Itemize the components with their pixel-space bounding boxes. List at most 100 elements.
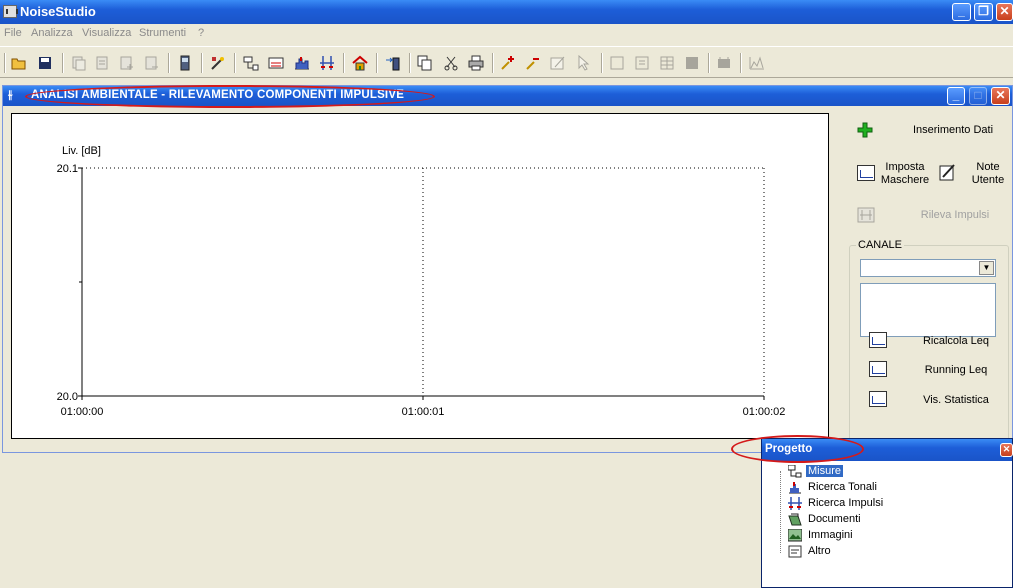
impulse-window-icon: ⫳	[8, 89, 13, 101]
side-panel: Inserimento Dati Imposta Maschere Note U…	[843, 108, 1011, 452]
save-icon[interactable]	[37, 55, 53, 71]
app-titlebar: NoiseStudio _ ❐ ✕	[0, 0, 1013, 24]
analysis-wizard-icon[interactable]	[210, 55, 226, 71]
chart-area: Liv. [dB] 01:00:00 01:00:01 01:00:02 20.1 20…	[11, 113, 829, 439]
note-utente-line2: Utente	[971, 174, 1005, 186]
level-bars-icon[interactable]	[268, 55, 284, 71]
user-notes-icon[interactable]	[939, 163, 957, 181]
ticks-layer: 01:00:00 01:00:01 01:00:02 20.1 20.0	[57, 163, 786, 418]
zoom-out-icon[interactable]	[525, 55, 541, 71]
menu-analizza[interactable]: Analizza	[31, 27, 73, 39]
tree-label-misure: Misure	[806, 465, 844, 477]
markers-icon[interactable]	[716, 55, 732, 71]
project-highlight-oval	[731, 435, 864, 463]
axis-layer	[81, 168, 764, 397]
y-tick-label: 20.0	[57, 391, 78, 403]
impulse-search-icon[interactable]	[319, 55, 335, 71]
multi-doc-icon[interactable]	[95, 55, 111, 71]
tree-connector	[780, 471, 781, 553]
imposta-maschere-line2: Maschere	[880, 174, 930, 186]
tree-label-documenti: Documenti	[808, 513, 861, 525]
tree-label-immagini: Immagini	[808, 529, 853, 541]
canale-listbox[interactable]	[860, 283, 996, 337]
edit-chart-icon[interactable]	[550, 55, 566, 71]
measure-tree-icon[interactable]	[243, 55, 259, 71]
app-icon	[3, 5, 18, 18]
close-button[interactable]: ✕	[996, 3, 1013, 21]
toolbar-separator	[708, 53, 710, 73]
documents-icon	[788, 513, 802, 526]
imposta-maschere-line1: Imposta	[885, 161, 925, 173]
note-utente-button[interactable]: Note Utente	[963, 161, 1013, 187]
copy-doc-icon[interactable]	[71, 55, 87, 71]
print-icon[interactable]	[468, 55, 484, 71]
chevron-down-icon[interactable]: ▼	[979, 261, 994, 275]
grid-layer	[82, 167, 765, 396]
transfer-icon[interactable]	[385, 55, 401, 71]
toolbar-separator	[601, 53, 603, 73]
canale-select[interactable]: ▼	[860, 259, 996, 277]
project-close-button[interactable]: ✕	[1000, 443, 1013, 457]
frame-icon[interactable]	[609, 55, 625, 71]
toolbar-separator	[201, 53, 203, 73]
remove-doc-icon[interactable]	[144, 55, 160, 71]
toolbar-separator	[376, 53, 378, 73]
other-icon	[788, 545, 802, 558]
grid-table-icon[interactable]	[659, 55, 675, 71]
detect-impulses-icon[interactable]	[857, 207, 875, 223]
menu-visualizza[interactable]: Visualizza	[82, 27, 131, 39]
spectrum-icon[interactable]	[749, 55, 765, 71]
app-title: NoiseStudio	[20, 4, 96, 19]
cut-icon[interactable]	[443, 55, 459, 71]
menu-strumenti[interactable]: Strumenti	[139, 27, 186, 39]
zoom-in-icon[interactable]	[500, 55, 516, 71]
x-tick-label: 01:00:01	[402, 406, 445, 418]
add-data-icon[interactable]	[857, 122, 873, 138]
mask-icon[interactable]	[857, 165, 875, 181]
toolbar-separator	[740, 53, 742, 73]
open-folder-icon[interactable]	[11, 55, 27, 71]
child-close-button[interactable]: ✕	[991, 87, 1010, 105]
toolbar-separator	[492, 53, 494, 73]
x-tick-label: 01:00:00	[61, 406, 104, 418]
level-chart: Liv. [dB] 01:00:00 01:00:01 01:00:02 20.1 20…	[57, 145, 786, 418]
child-minimize-button[interactable]: _	[947, 87, 965, 105]
minimize-button[interactable]: _	[952, 3, 971, 21]
rileva-impulsi-button[interactable]: Rileva Impulsi	[905, 209, 1005, 221]
toolbar	[0, 46, 1013, 78]
tree-label-ricerca-tonali: Ricerca Tonali	[808, 481, 877, 493]
tree-label-ricerca-impulsi: Ricerca Impulsi	[808, 497, 884, 509]
inserimento-dati-button[interactable]: Inserimento Dati	[903, 124, 1003, 136]
restore-button[interactable]: ❐	[974, 3, 993, 21]
impulse-search-tree-icon	[788, 497, 802, 510]
x-tick-label: 01:00:02	[743, 406, 786, 418]
menu-file[interactable]: File	[4, 27, 22, 39]
toolbar-separator	[4, 53, 6, 73]
statistics-icon[interactable]	[869, 391, 887, 407]
copy-icon[interactable]	[417, 55, 433, 71]
add-doc-icon[interactable]	[119, 55, 135, 71]
tonal-search-icon[interactable]	[294, 55, 310, 71]
device-icon[interactable]	[177, 55, 193, 71]
cursor-icon[interactable]	[576, 55, 592, 71]
toolbar-separator	[343, 53, 345, 73]
tonal-search-tree-icon	[789, 482, 801, 494]
running-leq-icon[interactable]	[869, 361, 887, 377]
menu-bar: File Analizza Visualizza Strumenti ?	[0, 24, 1013, 44]
ricalcola-leq-button[interactable]: Ricalcola Leq	[901, 335, 1011, 347]
vis-statistica-button[interactable]: Vis. Statistica	[901, 394, 1011, 406]
fill-box-icon[interactable]	[684, 55, 700, 71]
menu-help[interactable]: ?	[198, 27, 204, 39]
running-leq-button[interactable]: Running Leq	[901, 364, 1011, 376]
toolbar-separator	[62, 53, 64, 73]
grid-small-icon[interactable]	[634, 55, 650, 71]
toolbar-separator	[168, 53, 170, 73]
title-highlight-oval	[25, 85, 435, 108]
child-maximize-button[interactable]: □	[969, 87, 987, 105]
home-icon[interactable]	[352, 55, 368, 71]
recalc-leq-icon[interactable]	[869, 332, 887, 348]
imposta-maschere-button[interactable]: Imposta Maschere	[875, 161, 935, 187]
tree-label-altro: Altro	[808, 545, 831, 557]
y-axis-label: Liv. [dB]	[62, 145, 101, 157]
canale-label: CANALE	[856, 239, 905, 251]
